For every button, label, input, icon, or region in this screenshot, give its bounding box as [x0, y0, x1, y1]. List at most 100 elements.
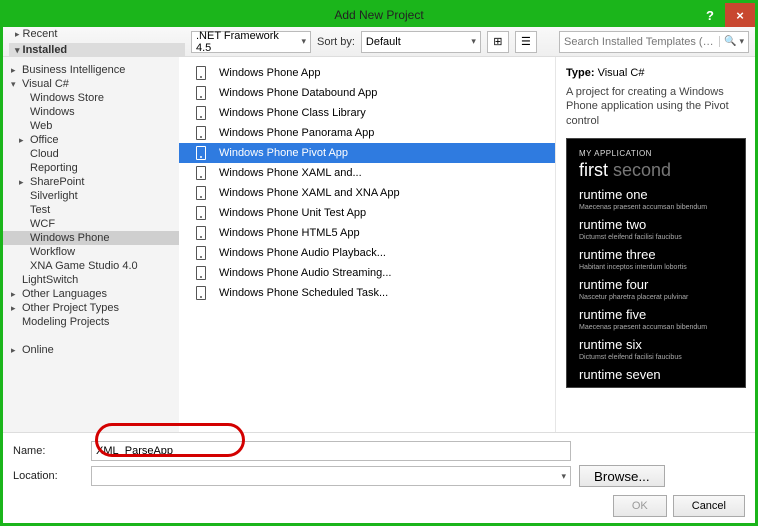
preview-item-subtitle: Nascetur pharetra placerat pulvinar — [579, 294, 733, 301]
form-area: Name: Location: ▾ Browse... OK Cancel — [3, 432, 755, 523]
template-item[interactable]: Windows Phone Pivot App — [179, 143, 555, 163]
template-tree: Business IntelligenceVisual C#Windows St… — [3, 57, 179, 432]
sortby-value: Default — [366, 36, 401, 48]
tree-item-label: Cloud — [30, 148, 59, 160]
tree-item[interactable]: Business Intelligence — [3, 63, 179, 77]
tab-recent-label: Recent — [23, 28, 58, 40]
tree-item[interactable]: Silverlight — [3, 189, 179, 203]
template-preview: MY APPLICATION first second runtime oneM… — [566, 138, 746, 388]
tree-item[interactable]: WCF — [3, 217, 179, 231]
preview-item-subtitle: Maecenas praesent accumsan bibendum — [579, 324, 733, 331]
template-label: Windows Phone Scheduled Task... — [219, 287, 388, 299]
browse-button[interactable]: Browse... — [579, 465, 665, 487]
template-item[interactable]: Windows Phone Databound App — [179, 83, 555, 103]
close-button[interactable]: × — [725, 3, 755, 27]
preview-item-title: runtime three — [579, 247, 733, 262]
tree-item[interactable]: Other Languages — [3, 287, 179, 301]
tree-item-label: Silverlight — [30, 190, 78, 202]
pivot-second: second — [613, 160, 671, 180]
chevron-down-icon: ▾ — [561, 471, 566, 482]
template-label: Windows Phone Unit Test App — [219, 207, 366, 219]
tree-item[interactable]: Cloud — [3, 147, 179, 161]
tree-item[interactable]: Office — [3, 133, 179, 147]
preview-item-title: runtime seven — [579, 367, 733, 382]
tree-item[interactable]: Windows Store — [3, 91, 179, 105]
template-label: Windows Phone App — [219, 67, 321, 79]
name-input-field[interactable] — [96, 445, 566, 457]
template-item[interactable]: Windows Phone Audio Streaming... — [179, 263, 555, 283]
sortby-label: Sort by: — [317, 36, 355, 48]
tree-item-label: Business Intelligence — [22, 64, 125, 76]
preview-item-subtitle: Habitant inceptos interdum lobortis — [579, 264, 733, 271]
tree-item[interactable]: SharePoint — [3, 175, 179, 189]
view-list-button[interactable]: ☰ — [515, 31, 537, 53]
tree-item-label: LightSwitch — [22, 274, 78, 286]
title-bar: Add New Project ? × — [3, 3, 755, 27]
type-row: Type: Visual C# — [566, 67, 745, 79]
tree-item[interactable]: Windows Phone — [3, 231, 179, 245]
location-label: Location: — [13, 470, 83, 482]
expander-icon — [11, 64, 19, 76]
search-chevron-icon[interactable]: ▾ — [736, 36, 744, 47]
name-input[interactable] — [91, 441, 571, 461]
template-item[interactable]: Windows Phone XAML and... — [179, 163, 555, 183]
template-label: Windows Phone XAML and XNA App — [219, 187, 400, 199]
ok-button[interactable]: OK — [613, 495, 667, 517]
expander-icon — [11, 78, 19, 90]
tree-item-label: WCF — [30, 218, 55, 230]
expander-icon — [19, 176, 27, 188]
search-input[interactable]: Search Installed Templates (Ctrl+E) 🔍 ▾ — [559, 31, 749, 53]
tab-installed[interactable]: Installed — [9, 43, 185, 57]
phone-icon — [193, 185, 209, 201]
name-label: Name: — [13, 445, 83, 457]
pivot-first: first — [579, 160, 608, 180]
phone-icon — [193, 285, 209, 301]
toolbar: Recent Installed .NET Framework 4.5 ▾ So… — [3, 27, 755, 57]
tree-item-label: Workflow — [30, 246, 75, 258]
preview-pivots: first second — [579, 160, 733, 181]
location-row: Location: ▾ Browse... — [13, 465, 745, 487]
tree-item[interactable]: Other Project Types — [3, 301, 179, 315]
preview-item-title: runtime five — [579, 307, 733, 322]
phone-icon — [193, 105, 209, 121]
tree-item[interactable]: XNA Game Studio 4.0 — [3, 259, 179, 273]
tree-item[interactable]: Windows — [3, 105, 179, 119]
template-item[interactable]: Windows Phone Audio Playback... — [179, 243, 555, 263]
tree-item[interactable]: Test — [3, 203, 179, 217]
tree-item-label: Windows — [30, 106, 75, 118]
details-pane: Type: Visual C# A project for creating a… — [555, 57, 755, 432]
template-item[interactable]: Windows Phone Panorama App — [179, 123, 555, 143]
template-item[interactable]: Windows Phone Scheduled Task... — [179, 283, 555, 303]
template-item[interactable]: Windows Phone XAML and XNA App — [179, 183, 555, 203]
help-button[interactable]: ? — [695, 3, 725, 27]
tree-item[interactable]: LightSwitch — [3, 273, 179, 287]
preview-item-subtitle: Dictumst eleifend facilisi faucibus — [579, 234, 733, 241]
template-label: Windows Phone Audio Playback... — [219, 247, 386, 259]
cancel-button[interactable]: Cancel — [673, 495, 745, 517]
tree-item[interactable]: Reporting — [3, 161, 179, 175]
tree-item[interactable]: Visual C# — [3, 77, 179, 91]
template-item[interactable]: Windows Phone HTML5 App — [179, 223, 555, 243]
framework-dropdown[interactable]: .NET Framework 4.5 ▾ — [191, 31, 311, 53]
tab-recent[interactable]: Recent — [9, 27, 185, 41]
preview-item-subtitle: Dictumst eleifend facilisi faucibus — [579, 354, 733, 361]
tree-item[interactable]: Modeling Projects — [3, 315, 179, 329]
tree-item[interactable]: Web — [3, 119, 179, 133]
tab-online[interactable]: Online — [3, 343, 179, 357]
template-item[interactable]: Windows Phone Unit Test App — [179, 203, 555, 223]
location-dropdown[interactable]: ▾ — [91, 466, 571, 486]
template-label: Windows Phone Panorama App — [219, 127, 374, 139]
tree-item[interactable]: Workflow — [3, 245, 179, 259]
view-details-button[interactable]: ⊞ — [487, 31, 509, 53]
template-item[interactable]: Windows Phone App — [179, 63, 555, 83]
chevron-down-icon: ▾ — [467, 36, 476, 47]
preview-app-name: MY APPLICATION — [579, 149, 733, 158]
template-list: Windows Phone App Windows Phone Databound… — [179, 57, 555, 432]
template-item[interactable]: Windows Phone Class Library — [179, 103, 555, 123]
tree-item-label: Windows Phone — [30, 232, 110, 244]
search-icon[interactable]: 🔍 — [719, 36, 736, 47]
sortby-dropdown[interactable]: Default ▾ — [361, 31, 481, 53]
list-icon: ☰ — [521, 35, 531, 48]
template-label: Windows Phone XAML and... — [219, 167, 362, 179]
template-label: Windows Phone Class Library — [219, 107, 366, 119]
